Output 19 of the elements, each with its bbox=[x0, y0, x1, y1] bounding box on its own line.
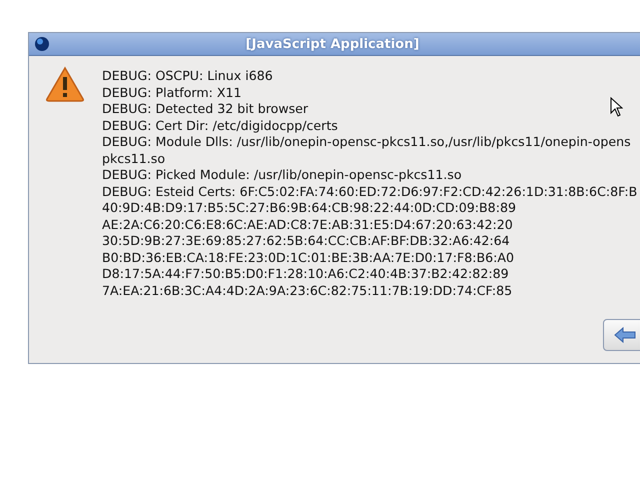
message-line: DEBUG: Module Dlls: /usr/lib/onepin-opensc-pkcs11.so,/usr/lib/pkcs11/onepin-opens bbox=[102, 134, 631, 150]
message-line: D8:17:5A:44:F7:50:B5:D0:F1:28:10:A6:C2:40:4B:37:B2:42:82:89 bbox=[102, 266, 509, 282]
message-line: B0:BD:36:EB:CA:18:FE:23:0D:1C:01:BE:3B:AA:7E:D0:17:F8:B6:A0 bbox=[102, 250, 514, 266]
mouse-cursor-icon bbox=[610, 97, 623, 117]
globe-icon bbox=[34, 36, 50, 52]
message-line: pkcs11.so bbox=[102, 150, 166, 167]
window-title: [JavaScript Application] bbox=[244, 36, 420, 52]
message-line: 7A:EA:21:6B:3C:A4:4D:2A:9A:23:6C:82:75:11:7B:19:DD:74:CF:85 bbox=[102, 282, 512, 299]
message-line: 30:5D:9B:27:3E:69:85:27:62:5B:64:CC:CB:AF:BF:DB:32:A6:42:64 bbox=[102, 233, 510, 250]
warning-icon bbox=[45, 66, 85, 102]
message-line: AE:2A:C6:20:C6:E8:6C:AE:AD:C8:7E:AB:31:E5:D4:67:20:63:42:20 bbox=[102, 216, 513, 233]
message-line: DEBUG: Esteid Certs: 6F:C5:02:FA:74:60:ED:72:D6:97:F2:CD:42:26:1D:31:8B:6C:8F:B bbox=[102, 184, 638, 200]
return-arrow-icon bbox=[614, 327, 636, 343]
message-line: DEBUG: OSCPU: Linux i686 bbox=[102, 68, 273, 84]
message-line: DEBUG: Platform: X11 bbox=[102, 84, 242, 101]
message-line: DEBUG: Cert Dir: /etc/digidocpp/certs bbox=[102, 118, 338, 134]
message-line: 40:9D:4B:D9:17:B5:5C:27:B6:9B:64:CB:98:22:44:0D:CD:09:B8:89 bbox=[102, 200, 516, 216]
message-line: DEBUG: Detected 32 bit browser bbox=[102, 101, 308, 118]
message-line: DEBUG: Picked Module: /usr/lib/onepin-opensc-pkcs11.so bbox=[102, 167, 462, 184]
